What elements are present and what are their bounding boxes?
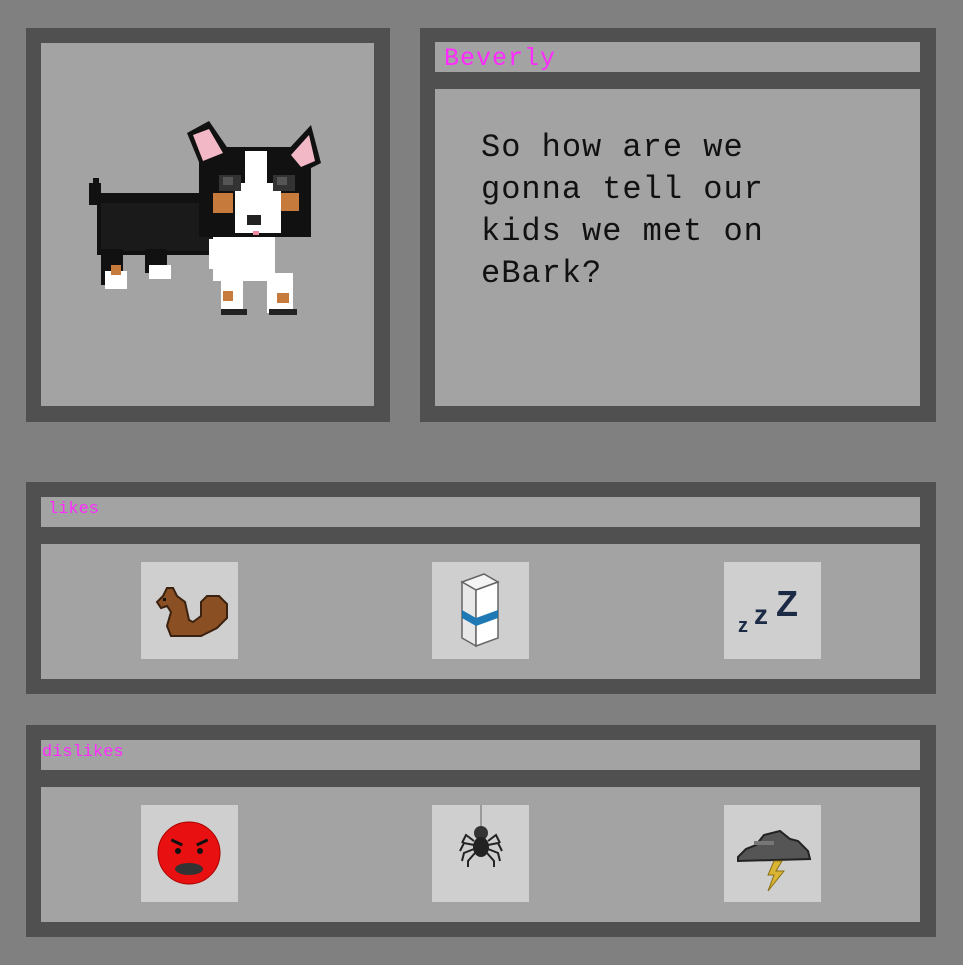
like-tile-milk[interactable] — [432, 562, 529, 659]
likes-label: likes — [48, 500, 100, 519]
likes-label-bar: likes — [41, 497, 920, 527]
thunderstorm-cloud-icon — [737, 829, 812, 892]
dog-photo — [89, 121, 321, 315]
likes-panel: z z Z — [41, 544, 920, 679]
sleep-zzz-icon: z z Z — [738, 583, 798, 637]
spider-icon — [459, 805, 503, 867]
profile-frame: Beverly So how are we gonna tell our kid… — [420, 28, 936, 422]
like-tile-squirrel[interactable] — [141, 562, 238, 659]
photo-panel — [41, 43, 374, 406]
squirrel-icon — [155, 587, 228, 637]
likes-frame: likes z z Z — [26, 482, 936, 694]
svg-text:Z: Z — [776, 583, 798, 624]
dislike-tile-spider[interactable] — [432, 805, 529, 902]
profile-name: Beverly — [444, 44, 557, 73]
dislikes-label: dislikes — [42, 743, 124, 762]
photo-frame — [26, 28, 390, 422]
message-panel: So how are we gonna tell our kids we met… — [435, 89, 920, 406]
angry-face-icon — [157, 821, 221, 885]
dislikes-frame: dislikes — [26, 725, 936, 937]
svg-text:z: z — [754, 599, 768, 630]
milk-carton-icon — [460, 573, 500, 648]
dislike-tile-storm[interactable] — [724, 805, 821, 902]
profile-message: So how are we gonna tell our kids we met… — [481, 129, 764, 292]
dislikes-panel — [41, 787, 920, 922]
like-tile-sleep[interactable]: z z Z — [724, 562, 821, 659]
dislike-tile-angry[interactable] — [141, 805, 238, 902]
name-bar: Beverly — [435, 42, 920, 73]
svg-text:z: z — [738, 615, 748, 637]
dislikes-label-bar: dislikes — [41, 740, 920, 770]
